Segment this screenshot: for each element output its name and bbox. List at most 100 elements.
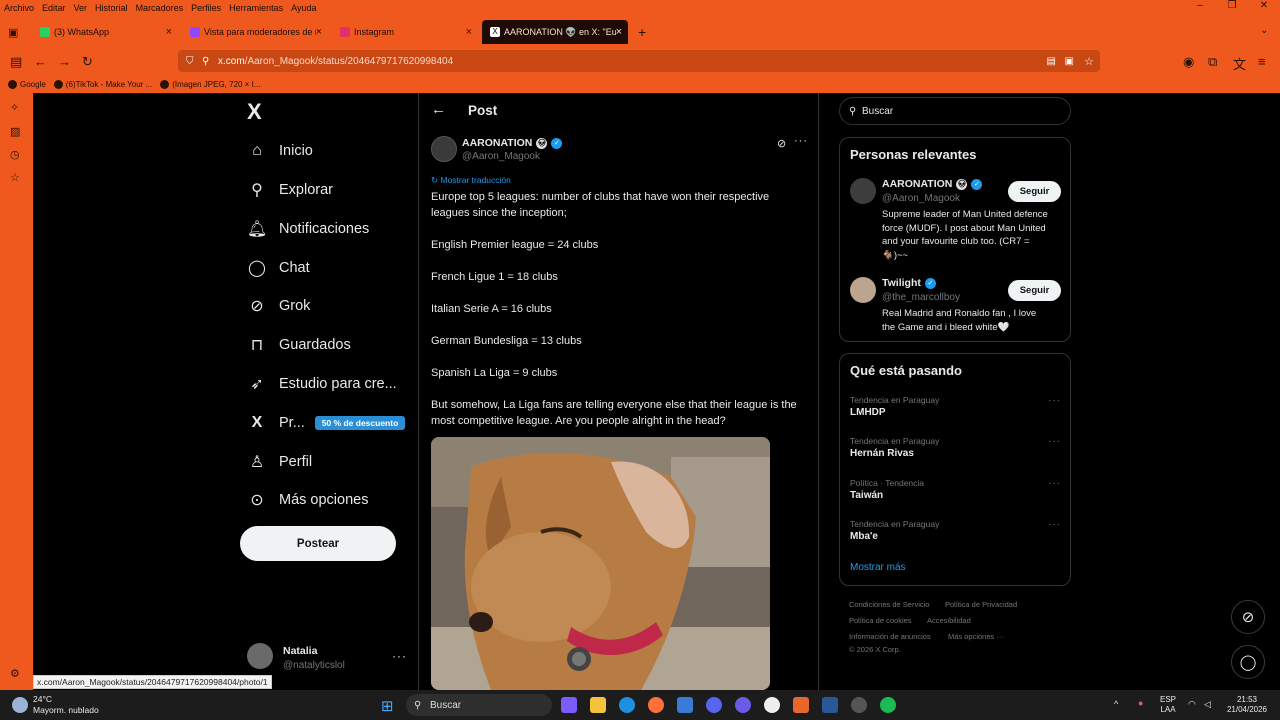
- more-dots-icon[interactable]: ···: [1048, 478, 1061, 489]
- reader-icon[interactable]: ▤: [1047, 56, 1056, 67]
- discord-icon[interactable]: [706, 697, 722, 713]
- menu-ver[interactable]: Ver: [70, 3, 92, 13]
- author-handle[interactable]: @Aaron_Magook: [462, 151, 540, 162]
- history-icon[interactable]: ◷: [10, 148, 20, 161]
- tab-x-post[interactable]: X AARONATION 👽 en X: "Europ ×: [482, 20, 628, 44]
- shield-icon[interactable]: ⛉: [186, 56, 194, 67]
- nav-chat[interactable]: ◯ Chat: [247, 256, 310, 280]
- copilot-icon[interactable]: [561, 697, 577, 713]
- nav-inicio[interactable]: ⌂ Inicio: [247, 139, 313, 163]
- edge-icon[interactable]: [619, 697, 635, 713]
- bookmark-google[interactable]: Google: [8, 80, 46, 89]
- language-indicator[interactable]: ESP LAA: [1156, 695, 1180, 715]
- more-dots-icon[interactable]: ···: [1048, 395, 1061, 406]
- author-name[interactable]: AARONATION 👽︎ ✓: [462, 137, 563, 149]
- minimize-icon[interactable]: –: [1184, 0, 1216, 11]
- close-tab-icon[interactable]: ×: [316, 26, 322, 38]
- nav-perfil[interactable]: ♙ Perfil: [247, 450, 312, 474]
- messages-fab-button[interactable]: ◯: [1231, 645, 1265, 679]
- clock[interactable]: 21:53 21/04/2026: [1224, 695, 1270, 715]
- new-tab-icon[interactable]: +: [638, 24, 646, 40]
- menu-archivo[interactable]: Archivo: [0, 3, 38, 13]
- screenshot-icon[interactable]: ▣: [1065, 56, 1074, 67]
- app-icon[interactable]: [851, 697, 867, 713]
- footer-link-ads[interactable]: Información de anuncios: [849, 632, 931, 641]
- avatar[interactable]: [850, 277, 876, 303]
- tab-instagram[interactable]: Instagram ×: [332, 20, 478, 44]
- show-more-link[interactable]: Mostrar más: [850, 562, 906, 573]
- word-icon[interactable]: [822, 697, 838, 713]
- menu-icon[interactable]: ≡: [1258, 54, 1266, 69]
- footer-link-cookies[interactable]: Política de cookies: [849, 616, 912, 625]
- menu-editar[interactable]: Editar: [38, 3, 70, 13]
- nav-estudio[interactable]: ➶ Estudio para cre...: [247, 372, 396, 396]
- firefox-icon[interactable]: [648, 697, 664, 713]
- account-icon[interactable]: ◉: [1183, 54, 1194, 70]
- show-translation-link[interactable]: ↻ Mostrar traducción: [431, 175, 511, 186]
- nav-grok[interactable]: ⊘ Grok: [247, 294, 310, 318]
- bookmarks-icon[interactable]: ☆: [10, 171, 20, 184]
- post-image-dog[interactable]: [431, 437, 770, 690]
- footer-link-privacy[interactable]: Política de Privacidad: [945, 600, 1017, 609]
- trend-name[interactable]: Mba'e: [850, 531, 878, 542]
- close-tab-icon[interactable]: ×: [166, 26, 172, 38]
- menu-historial[interactable]: Historial: [91, 3, 132, 13]
- grok-explain-icon[interactable]: ⊘: [777, 137, 786, 150]
- bookmark-image[interactable]: (Imagen JPEG, 720 × I...: [160, 80, 260, 89]
- star-icon[interactable]: ☆: [1084, 55, 1094, 68]
- avatar[interactable]: [850, 178, 876, 204]
- site-info-icon[interactable]: ⚲: [202, 56, 209, 67]
- menu-herramientas[interactable]: Herramientas: [225, 3, 287, 13]
- nav-mas-opciones[interactable]: ⊙ Más opciones: [247, 488, 368, 512]
- more-dots-icon[interactable]: ···: [1048, 519, 1061, 530]
- tab-moderadores[interactable]: Vista para moderadores de nat ×: [182, 20, 328, 44]
- url-bar[interactable]: ⛉ ⚲ x.com/Aaron_Magook/status/2046479717…: [178, 50, 1100, 72]
- forward-icon[interactable]: →: [58, 54, 71, 69]
- tab-whatsapp[interactable]: (3) WhatsApp ×: [32, 20, 178, 44]
- person-handle[interactable]: @the_marcollboy: [882, 292, 960, 303]
- footer-link-more[interactable]: Más opciones ···: [948, 632, 1004, 641]
- sidebar-toggle-icon[interactable]: ▤: [10, 54, 22, 70]
- settings-gear-icon[interactable]: ⚙: [10, 667, 20, 680]
- nav-premium[interactable]: X Pr...: [247, 411, 305, 435]
- person-name[interactable]: Twilight ✓: [882, 277, 936, 289]
- x-logo[interactable]: X: [247, 101, 269, 123]
- back-arrow-icon[interactable]: ←: [431, 101, 446, 118]
- close-window-icon[interactable]: ✕: [1248, 0, 1280, 11]
- close-tab-icon[interactable]: ×: [466, 26, 472, 38]
- search-input[interactable]: ⚲ Buscar: [839, 97, 1071, 125]
- chevron-up-icon[interactable]: ^: [1114, 699, 1118, 709]
- app-icon[interactable]: [764, 697, 780, 713]
- ai-sparkle-icon[interactable]: ✧: [10, 101, 19, 114]
- microphone-icon[interactable]: ●: [1138, 698, 1143, 708]
- taskbar-search[interactable]: ⚲ Buscar: [406, 694, 552, 716]
- app-icon[interactable]: [793, 697, 809, 713]
- maximize-icon[interactable]: ❐: [1216, 0, 1248, 11]
- weather-widget[interactable]: 24°C Mayorm. nublado: [12, 694, 99, 716]
- wifi-icon[interactable]: ◠: [1188, 699, 1196, 710]
- more-dots-icon[interactable]: ···: [392, 649, 407, 663]
- spotify-icon[interactable]: [880, 697, 896, 713]
- back-icon[interactable]: ←: [34, 54, 47, 69]
- reload-icon[interactable]: ↻: [82, 54, 93, 70]
- nav-explorar[interactable]: ⚲ Explorar: [247, 178, 333, 202]
- tab-list-chevron-icon[interactable]: ⌄: [1260, 25, 1268, 36]
- author-avatar[interactable]: [431, 136, 457, 162]
- app-icon[interactable]: [735, 697, 751, 713]
- trend-name[interactable]: LMHDP: [850, 407, 886, 418]
- person-name[interactable]: AARONATION 👽︎ ✓: [882, 178, 983, 190]
- bookmark-tiktok[interactable]: (6)TikTok - Make Your ...: [53, 80, 152, 89]
- footer-link-accessibility[interactable]: Accesibilidad: [927, 616, 971, 625]
- nav-guardados[interactable]: ⊓ Guardados: [247, 333, 351, 357]
- more-dots-icon[interactable]: ···: [1048, 436, 1061, 447]
- follow-button[interactable]: Seguir: [1008, 280, 1061, 301]
- menu-ayuda[interactable]: Ayuda: [287, 3, 320, 13]
- menu-perfiles[interactable]: Perfiles: [187, 3, 225, 13]
- store-icon[interactable]: [677, 697, 693, 713]
- footer-link-terms[interactable]: Condiciones de Servicio: [849, 600, 929, 609]
- translate-icon[interactable]: 文: [1233, 54, 1246, 73]
- trend-name[interactable]: Hernán Rivas: [850, 448, 914, 459]
- post-button[interactable]: Postear: [240, 526, 396, 561]
- tab-manager-icon[interactable]: ▣: [8, 26, 18, 39]
- save-icon[interactable]: ▨: [10, 125, 20, 138]
